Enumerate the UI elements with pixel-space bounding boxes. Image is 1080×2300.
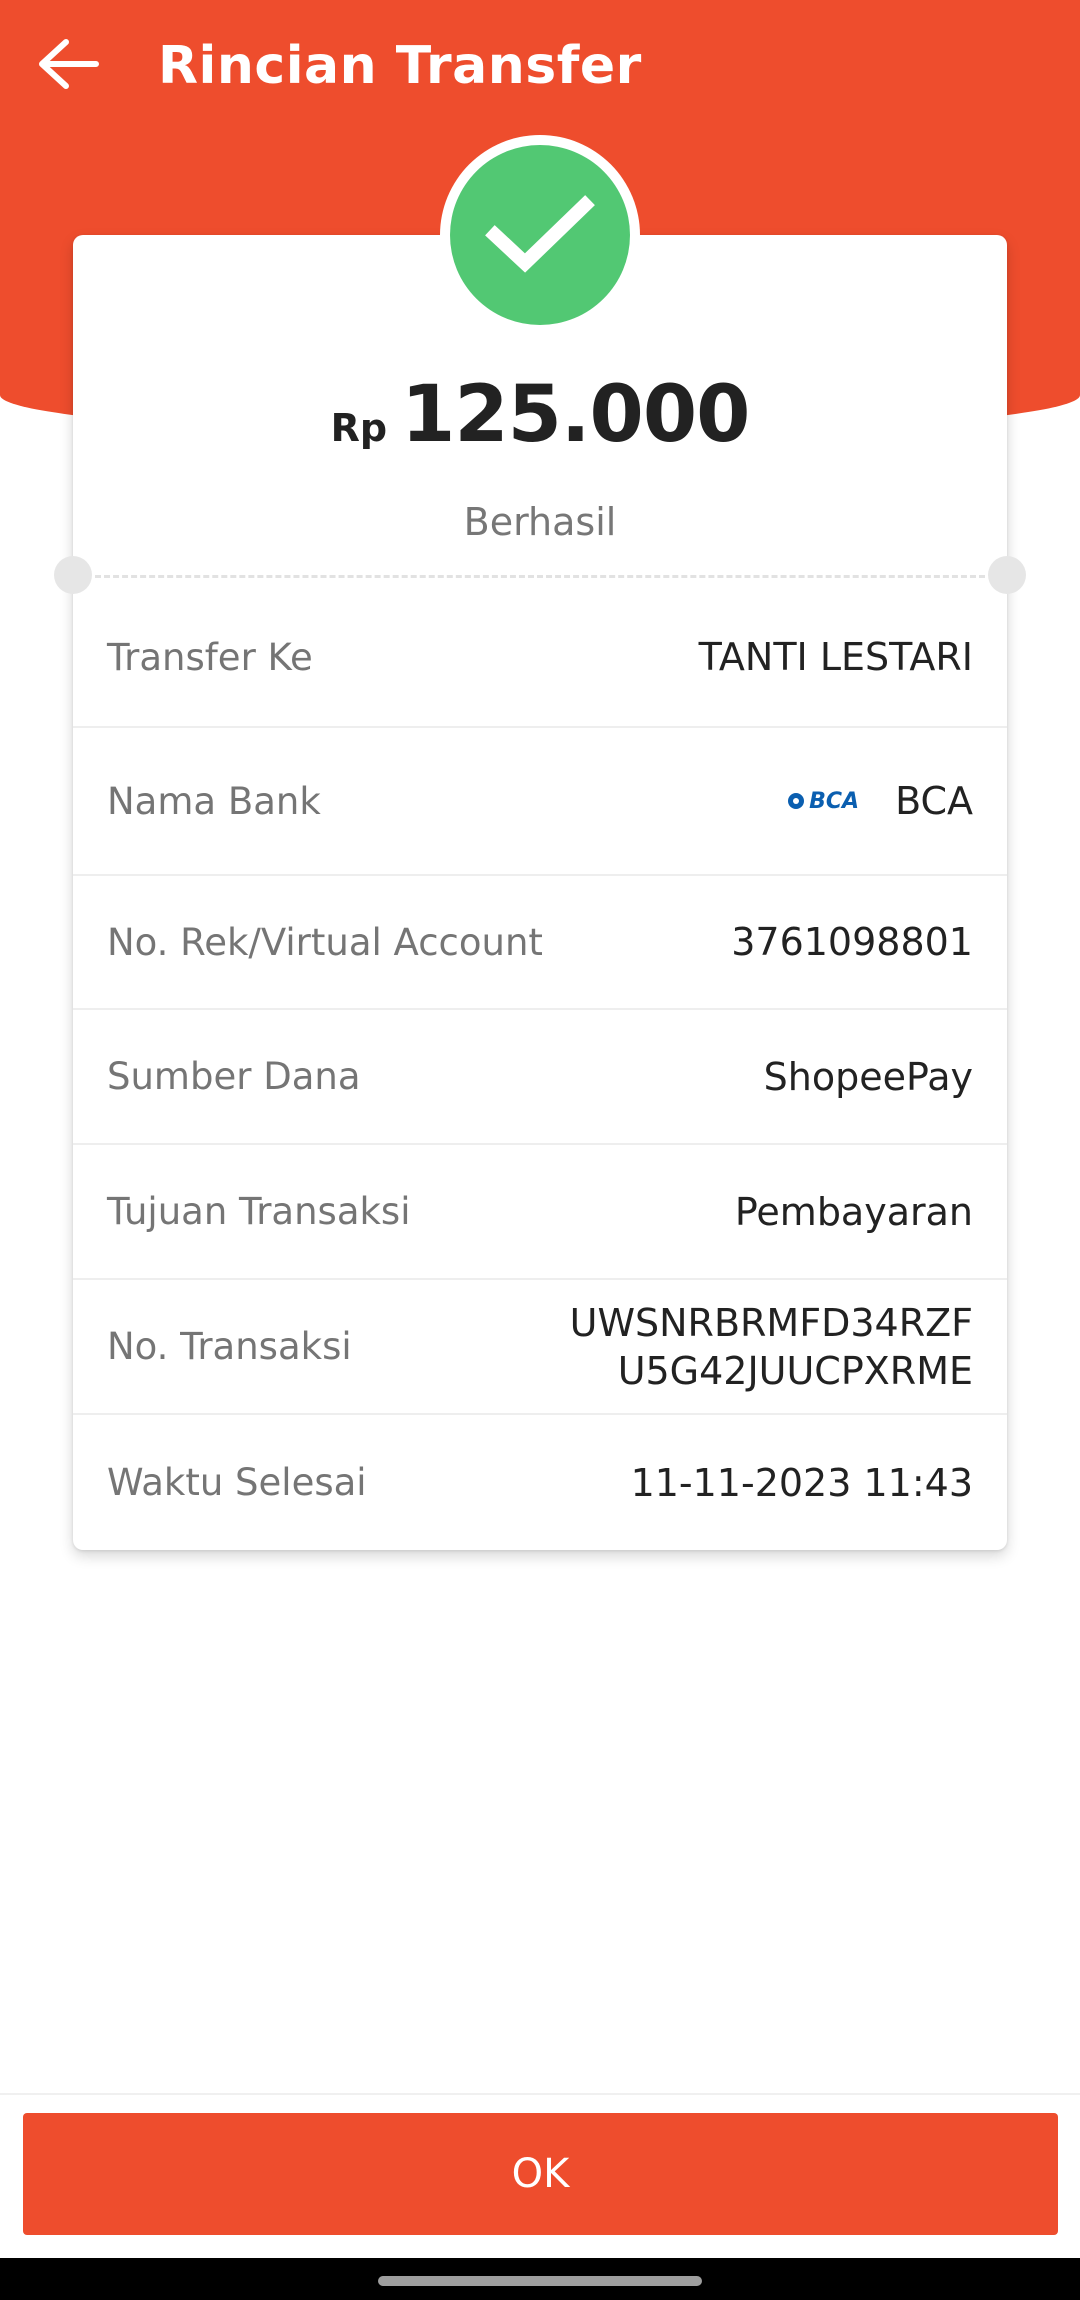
back-button[interactable] xyxy=(34,31,104,101)
dashed-divider xyxy=(95,575,985,578)
footer-divider xyxy=(0,2093,1080,2095)
ok-button[interactable]: OK xyxy=(23,2113,1058,2235)
detail-row-transfer-to: Transfer Ke TANTI LESTARI xyxy=(73,588,1007,728)
transaction-number-line: U5G42JUUCPXRME xyxy=(617,1348,973,1393)
detail-row-bank-name: Nama Bank BCA BCA xyxy=(73,728,1007,876)
detail-value: TANTI LESTARI xyxy=(698,635,973,679)
detail-value: 11-11-2023 11:43 xyxy=(630,1460,973,1505)
detail-label: Nama Bank xyxy=(107,779,321,823)
bca-logo-text: BCA xyxy=(809,788,860,814)
amount-value: 125.000 xyxy=(401,370,750,460)
detail-label: Waktu Selesai xyxy=(107,1461,367,1504)
detail-label: Tujuan Transaksi xyxy=(107,1190,411,1233)
detail-value: 3761098801 xyxy=(731,920,973,964)
status-text: Berhasil xyxy=(463,500,617,544)
detail-value: ShopeePay xyxy=(763,1054,973,1099)
detail-row-transaction-number: No. Transaksi UWSNRBRMFD34RZF U5G42JUUCP… xyxy=(73,1280,1007,1415)
detail-label: No. Transaksi xyxy=(107,1325,352,1368)
bca-logo-icon: BCA xyxy=(787,789,859,814)
detail-row-completion-time: Waktu Selesai 11-11-2023 11:43 xyxy=(73,1415,1007,1550)
detail-row-account-number: No. Rek/Virtual Account 3761098801 xyxy=(73,876,1007,1010)
arrow-left-icon xyxy=(38,38,100,94)
detail-row-source-of-funds: Sumber Dana ShopeePay xyxy=(73,1010,1007,1145)
amount-display: Rp 125.000 xyxy=(73,370,1007,480)
detail-value: BCA xyxy=(895,779,973,823)
detail-label: Sumber Dana xyxy=(107,1055,361,1098)
check-circle-icon xyxy=(450,145,630,325)
home-gesture-handle[interactable] xyxy=(378,2276,702,2286)
page-title: Rincian Transfer xyxy=(158,36,642,96)
top-bar: Rincian Transfer xyxy=(0,0,1080,132)
detail-label: Transfer Ke xyxy=(107,635,313,679)
transaction-number-line: UWSNRBRMFD34RZF xyxy=(569,1300,973,1345)
currency-label: Rp xyxy=(330,406,388,450)
detail-value: UWSNRBRMFD34RZF U5G42JUUCPXRME xyxy=(570,1299,973,1395)
success-badge xyxy=(440,135,640,335)
detail-label: No. Rek/Virtual Account xyxy=(107,920,543,964)
detail-value: Pembayaran xyxy=(734,1189,973,1234)
bank-value: BCA BCA xyxy=(787,777,973,825)
detail-row-transaction-purpose: Tujuan Transaksi Pembayaran xyxy=(73,1145,1007,1280)
